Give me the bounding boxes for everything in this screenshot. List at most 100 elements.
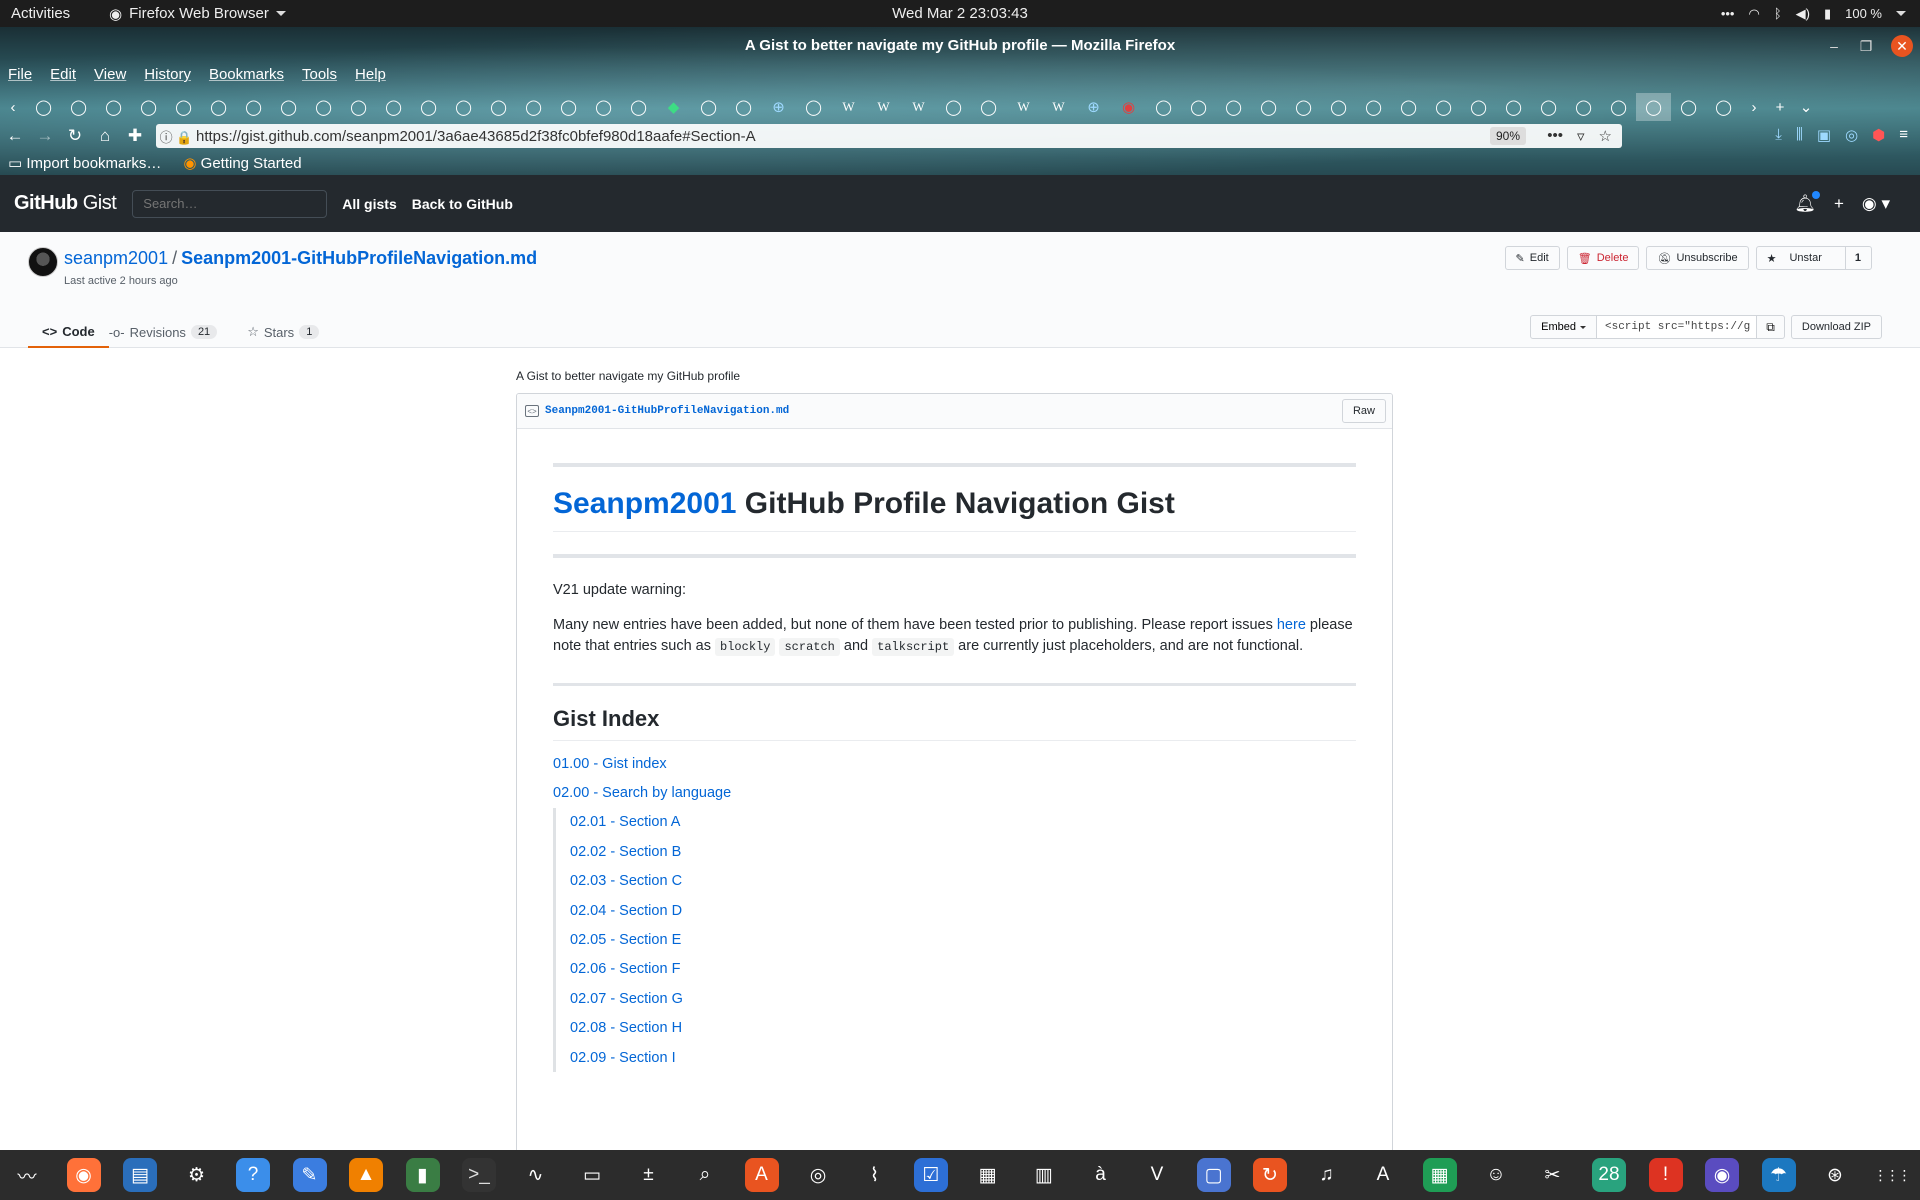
download-zip-button[interactable]: Download ZIP (1790, 315, 1882, 339)
game-icon[interactable]: ☺ (1475, 1154, 1517, 1196)
weather-icon[interactable]: ☂ (1761, 1158, 1796, 1192)
calendar-icon[interactable]: 28 (1592, 1158, 1626, 1192)
browser-tab[interactable]: ◯ (1531, 93, 1566, 121)
extensions-icon[interactable]: ✚ (120, 126, 150, 146)
terminal-icon[interactable]: >_ (462, 1158, 496, 1192)
bookmark-getting-started[interactable]: ◉ Getting Started (183, 154, 301, 172)
owner-link[interactable]: seanpm2001 (64, 248, 168, 268)
music-icon[interactable]: ♫ (1306, 1154, 1348, 1196)
tab-stars[interactable]: ☆ Stars 1 (237, 316, 329, 348)
unstar-button[interactable]: ★ Unstar 1 (1755, 246, 1872, 270)
create-new-icon[interactable]: + (1834, 194, 1844, 214)
menu-item-history[interactable]: History (144, 66, 191, 83)
firefox-icon[interactable]: ◉ (66, 1158, 101, 1192)
github-gist-logo[interactable]: GitHub Gist (14, 192, 117, 215)
menu-item-edit[interactable]: Edit (50, 66, 76, 83)
section-link[interactable]: 02.01 - Section A (570, 814, 680, 830)
monitor-icon[interactable]: ∿ (515, 1154, 557, 1196)
browser-tab[interactable]: ◯ (586, 93, 621, 121)
bookmark-import[interactable]: ▭ Import bookmarks… (8, 154, 161, 172)
browser-tab[interactable]: ◯ (166, 93, 201, 121)
screenshot-icon[interactable]: ▦ (967, 1154, 1009, 1196)
char-map-icon[interactable]: à (1080, 1154, 1122, 1196)
browser-tab[interactable]: ◯ (61, 93, 96, 121)
browser-tab[interactable]: ◯ (306, 93, 341, 121)
system-tray[interactable]: ••• ◠ ᛒ ◀) ▮ 100 % (1721, 6, 1906, 22)
lock-icon[interactable]: ⓘ 🔒 (156, 127, 196, 146)
browser-tab[interactable]: ◯ (376, 93, 411, 121)
close-icon[interactable]: ✕ (1891, 35, 1913, 57)
browser-tab[interactable]: ◯ (796, 93, 831, 121)
browser-tab[interactable]: ◯ (971, 93, 1006, 121)
library-icon[interactable]: ⫼ (1796, 126, 1803, 144)
vim-icon[interactable]: V (1136, 1154, 1178, 1196)
apps-grid-icon[interactable]: ⋮⋮⋮ (1871, 1154, 1913, 1196)
url-text[interactable]: https://gist.github.com/seanpm2001/3a6ae… (196, 128, 756, 145)
system-clock[interactable]: Wed Mar 2 23:03:43 (892, 5, 1028, 22)
browser-tab[interactable]: ◯ (1391, 93, 1426, 121)
maximize-icon[interactable]: ❐ (1855, 35, 1877, 57)
image-viewer-icon[interactable]: ⌕ (684, 1154, 726, 1196)
back-icon[interactable]: ← (0, 126, 30, 146)
sidebar-icon[interactable]: ▣ (1817, 126, 1831, 144)
index-link[interactable]: 01.00 - Gist index (553, 756, 667, 772)
new-tab-icon[interactable]: + (1767, 93, 1793, 121)
browser-tab[interactable]: ⊕ (1076, 93, 1111, 121)
index-link[interactable]: 02.00 - Search by language (553, 785, 731, 801)
browser-tab[interactable]: ◯ (1181, 93, 1216, 121)
browser-tab[interactable]: ⊕ (761, 93, 796, 121)
section-link[interactable]: 02.08 - Section H (570, 1020, 682, 1036)
browser-tab[interactable]: ◯ (516, 93, 551, 121)
help-icon[interactable]: ? (236, 1158, 270, 1192)
tasks-icon[interactable]: ☑ (914, 1158, 948, 1192)
embed-code-input[interactable]: <script src="https://g (1597, 315, 1757, 339)
browser-tab[interactable]: ◯ (446, 93, 481, 121)
browser-tab[interactable]: W (1006, 93, 1041, 121)
browser-tab[interactable]: ◯ (1321, 93, 1356, 121)
reload-icon[interactable]: ↻ (60, 126, 90, 146)
delete-button[interactable]: 🗑︎ Delete (1566, 246, 1640, 270)
browser-tab[interactable]: W (901, 93, 936, 121)
browser-tab[interactable]: W (1041, 93, 1076, 121)
browser-tab[interactable]: ◯ (936, 93, 971, 121)
browser-tab[interactable]: ◯ (1216, 93, 1251, 121)
menu-item-bookmarks[interactable]: Bookmarks (209, 66, 284, 83)
software-icon[interactable]: A (744, 1158, 779, 1192)
pdf-icon[interactable]: A (1362, 1154, 1404, 1196)
tab-code[interactable]: <> Code (28, 316, 109, 348)
section-link[interactable]: 02.02 - Section B (570, 844, 681, 860)
browser-tab[interactable]: W (866, 93, 901, 121)
browser-tab[interactable]: ◯ (726, 93, 761, 121)
terminal-green-icon[interactable]: ▮ (405, 1158, 440, 1192)
gist-file-link[interactable]: Seanpm2001-GitHubProfileNavigation.md (181, 248, 537, 268)
browser-tab[interactable]: ◯ (1356, 93, 1391, 121)
copy-icon[interactable]: ⧉ (1757, 315, 1785, 339)
home-icon[interactable]: ⌂ (90, 126, 120, 146)
calculator-icon[interactable]: ± (628, 1154, 670, 1196)
browser-tab[interactable]: ◯ (96, 93, 131, 121)
notifications-icon[interactable]: 🔔︎ (1794, 190, 1820, 214)
unsubscribe-button[interactable]: 🔕︎ Unsubscribe (1646, 246, 1749, 270)
section-link[interactable]: 02.05 - Section E (570, 932, 681, 948)
files-icon[interactable]: ▭ (571, 1154, 613, 1196)
browser-tab[interactable]: ◯ (1461, 93, 1496, 121)
file-name-link[interactable]: Seanpm2001-GitHubProfileNavigation.md (545, 405, 789, 417)
menu-item-help[interactable]: Help (355, 66, 386, 83)
tab-list-icon[interactable]: ⌄ (1793, 93, 1819, 121)
writer-icon[interactable]: ▤ (123, 1158, 157, 1192)
menu-item-tools[interactable]: Tools (302, 66, 337, 83)
minimize-icon[interactable]: – (1823, 35, 1845, 57)
browser-tab[interactable]: ◯ (1496, 93, 1531, 121)
section-link[interactable]: 02.04 - Section D (570, 903, 682, 919)
browser-tab[interactable]: ◯ (201, 93, 236, 121)
tab-revisions[interactable]: -o- Revisions 21 (109, 316, 218, 348)
url-bar[interactable]: ⓘ 🔒 https://gist.github.com/seanpm2001/3… (156, 124, 1622, 148)
spreadsheet-icon[interactable]: ▦ (1422, 1158, 1457, 1192)
all-gists-link[interactable]: All gists (342, 196, 396, 212)
hamburger-menu-icon[interactable]: ≡ (1899, 126, 1908, 144)
section-link[interactable]: 02.06 - Section F (570, 961, 680, 977)
menu-item-view[interactable]: View (94, 66, 126, 83)
menu-item-file[interactable]: File (8, 66, 32, 83)
browser-tab[interactable]: ◯ (1566, 93, 1601, 121)
activities-button[interactable]: Activities (0, 5, 100, 22)
